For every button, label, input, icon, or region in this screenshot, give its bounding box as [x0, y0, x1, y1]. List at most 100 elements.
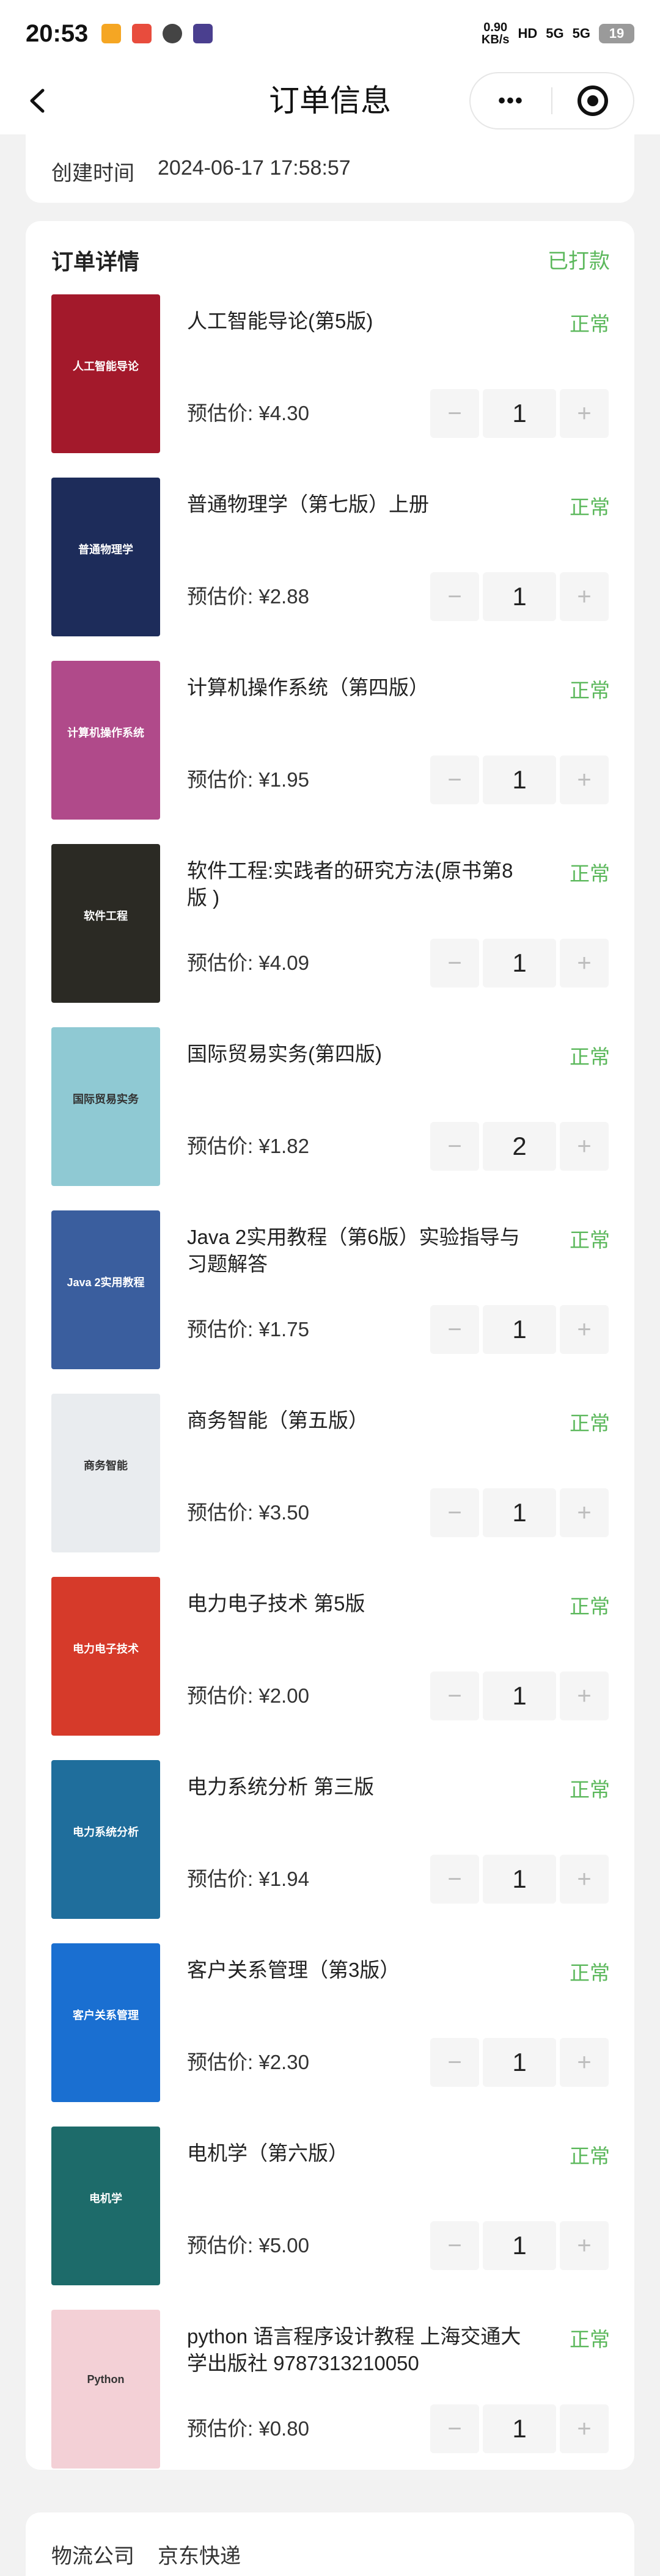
item-name: 人工智能导论(第5版): [187, 310, 373, 332]
increase-quantity-button[interactable]: +: [560, 1672, 609, 1720]
decrease-quantity-button[interactable]: −: [430, 2221, 479, 2270]
decrease-quantity-button[interactable]: −: [430, 1122, 479, 1171]
back-button[interactable]: [24, 87, 53, 115]
logistics-company-label: 物流公司: [51, 2545, 134, 2568]
item-status: 正常: [570, 679, 610, 702]
order-item: 软件工程 软件工程:实践者的研究方法(原书第8版 ) 正常 预估价: ¥4.09 −1 +: [26, 844, 634, 1027]
price-prefix: 预估价: ¥: [187, 585, 270, 608]
order-detail-card: 订单详情 已打款 人工智能导论 人工智能导论(第5版) 正常 预估价: ¥4.30−1…: [26, 221, 634, 2470]
quantity-value[interactable]: 1: [483, 2221, 556, 2270]
order-item: Python python 语言程序设计教程 上海交通大学出版社 97873132…: [26, 2310, 634, 2493]
item-name: 计算机操作系统（第四版）: [187, 676, 429, 699]
decrease-quantity-button[interactable]: −: [430, 939, 479, 988]
quantity-stepper: −1 +: [430, 2038, 609, 2087]
item-status: 正常: [570, 1595, 610, 1618]
quantity-value[interactable]: 1: [483, 1488, 556, 1537]
decrease-quantity-button[interactable]: −: [430, 1855, 479, 1904]
order-item: 电力系统分析 电力系统分析 第三版 正常 预估价: ¥1.94 −1 +: [26, 1760, 634, 1943]
book-cover-title: 人工智能导论: [73, 360, 139, 373]
order-item: 计算机操作系统 计算机操作系统（第四版） 正常 预估价: ¥1.95 −1 +: [26, 661, 634, 844]
quantity-value[interactable]: 1: [483, 572, 556, 621]
item-price: 预估价: ¥1.94: [187, 1863, 309, 1892]
increase-quantity-button[interactable]: +: [560, 389, 609, 438]
decrease-quantity-button[interactable]: −: [430, 2404, 479, 2453]
item-name: 电力系统分析 第三版: [187, 1775, 375, 1798]
item-name: Java 2实用教程（第6版）实验指导与习题解答: [187, 1226, 520, 1275]
increase-quantity-button[interactable]: +: [560, 1855, 609, 1904]
hd-icon: HD: [518, 26, 538, 41]
book-cover-title: Java 2实用教程: [67, 1276, 145, 1289]
item-status: 正常: [570, 1412, 610, 1435]
increase-quantity-button[interactable]: +: [560, 2404, 609, 2453]
increase-quantity-button[interactable]: +: [560, 1122, 609, 1171]
price-prefix: 预估价: ¥: [187, 951, 270, 974]
app-notification-icon: [101, 24, 122, 43]
quantity-stepper: −2 +: [430, 1122, 609, 1171]
decrease-quantity-button[interactable]: −: [430, 755, 479, 804]
price-value: 3.50: [270, 1501, 309, 1524]
book-cover-title: 电力系统分析: [73, 1826, 139, 1838]
order-item: 电机学 电机学（第六版） 正常 预估价: ¥5.00 −1 +: [26, 2127, 634, 2310]
book-cover-image: 普通物理学: [51, 478, 160, 636]
decrease-quantity-button[interactable]: −: [430, 572, 479, 621]
price-value: 1.94: [270, 1868, 309, 1890]
decrease-quantity-button[interactable]: −: [430, 389, 479, 438]
item-price: 预估价: ¥0.80: [187, 2412, 309, 2442]
price-prefix: 预估价: ¥: [187, 1318, 270, 1341]
book-cover-image: 软件工程: [51, 844, 160, 1003]
price-value: 2.30: [270, 2051, 309, 2073]
quantity-stepper: −1 +: [430, 1855, 609, 1904]
price-value: 2.88: [270, 585, 309, 608]
signal-5g-icon: 5G: [572, 26, 590, 41]
item-price: 预估价: ¥2.88: [187, 580, 309, 609]
decrease-quantity-button[interactable]: −: [430, 1305, 479, 1354]
quantity-value[interactable]: 1: [483, 939, 556, 988]
quantity-value[interactable]: 1: [483, 389, 556, 438]
net-speed: 0.90 KB/s: [482, 21, 510, 46]
increase-quantity-button[interactable]: +: [560, 1488, 609, 1537]
price-value: 2.00: [270, 1684, 309, 1707]
book-cover-image: Python: [51, 2310, 160, 2469]
increase-quantity-button[interactable]: +: [560, 755, 609, 804]
order-item: 国际贸易实务 国际贸易实务(第四版) 正常 预估价: ¥1.82 −2 +: [26, 1027, 634, 1210]
order-detail-title: 订单详情: [51, 249, 140, 274]
quantity-value[interactable]: 1: [483, 2038, 556, 2087]
book-cover-title: 国际贸易实务: [73, 1093, 139, 1105]
decrease-quantity-button[interactable]: −: [430, 1488, 479, 1537]
quantity-value[interactable]: 1: [483, 1672, 556, 1720]
logistics-card: 物流公司 京东快递: [26, 2512, 634, 2576]
item-status: 正常: [570, 2328, 610, 2351]
quantity-value[interactable]: 1: [483, 755, 556, 804]
quantity-value[interactable]: 1: [483, 1855, 556, 1904]
book-cover-image: Java 2实用教程: [51, 1210, 160, 1369]
close-mini-program-button[interactable]: [552, 73, 633, 128]
order-time-card: 创建时间 2024-06-17 17:58:57: [26, 134, 634, 203]
increase-quantity-button[interactable]: +: [560, 572, 609, 621]
more-button[interactable]: •••: [471, 73, 551, 128]
book-cover-title: 商务智能: [84, 1460, 128, 1472]
book-cover-image: 人工智能导论: [51, 294, 160, 453]
status-time: 20:53: [26, 20, 89, 47]
price-value: 5.00: [270, 2234, 309, 2257]
item-name: 客户关系管理（第3版）: [187, 1959, 400, 1981]
app-notification-icon: [132, 24, 152, 43]
book-cover-image: 电机学: [51, 2127, 160, 2285]
increase-quantity-button[interactable]: +: [560, 2038, 609, 2087]
decrease-quantity-button[interactable]: −: [430, 1672, 479, 1720]
increase-quantity-button[interactable]: +: [560, 939, 609, 988]
price-value: 4.09: [270, 951, 309, 974]
increase-quantity-button[interactable]: +: [560, 1305, 609, 1354]
target-close-icon: [577, 86, 608, 116]
quantity-value[interactable]: 1: [483, 1305, 556, 1354]
increase-quantity-button[interactable]: +: [560, 2221, 609, 2270]
item-price: 预估价: ¥2.00: [187, 1679, 309, 1709]
quantity-value[interactable]: 1: [483, 2404, 556, 2453]
item-name: 普通物理学（第七版）上册: [187, 493, 429, 515]
quantity-value[interactable]: 2: [483, 1122, 556, 1171]
price-prefix: 预估价: ¥: [187, 1684, 270, 1707]
quantity-stepper: −1 +: [430, 2404, 609, 2453]
item-price: 预估价: ¥4.30: [187, 397, 309, 426]
created-time-value: 2024-06-17 17:58:57: [158, 156, 351, 180]
decrease-quantity-button[interactable]: −: [430, 2038, 479, 2087]
net-speed-value: 0.90: [483, 21, 508, 34]
